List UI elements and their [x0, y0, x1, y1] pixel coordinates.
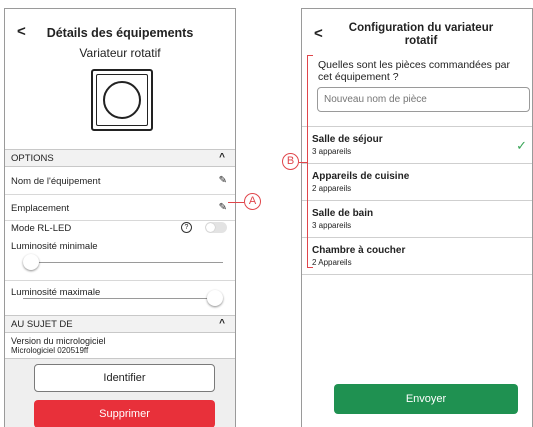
rl-led-toggle[interactable] — [205, 222, 227, 233]
device-subtitle: Variateur rotatif — [79, 46, 161, 60]
options-section-header[interactable]: OPTIONS ^ — [5, 149, 235, 167]
page-title: Configuration du variateur rotatif — [302, 22, 532, 48]
title-line-2: rotatif — [404, 35, 438, 47]
pencil-icon[interactable]: ✎ — [219, 202, 227, 213]
room-name: Chambre à coucher — [312, 245, 406, 256]
rooms-question: Quelles sont les pièces commandées par c… — [318, 59, 511, 83]
help-icon[interactable]: ? — [181, 222, 192, 233]
dimmer-plate — [96, 74, 148, 126]
new-room-name-input[interactable] — [317, 87, 530, 112]
rl-led-mode-row: Mode RL-LED ? — [5, 221, 235, 238]
callout-b-leader — [299, 162, 307, 163]
room-count: 3 appareils — [312, 147, 352, 156]
room-name: Salle de bain — [312, 208, 374, 219]
firmware-value: Micrologiciel 020519ff — [11, 346, 89, 355]
rl-led-mode-label: Mode RL-LED — [11, 223, 72, 234]
slider-track — [23, 298, 223, 299]
callout-a-leader — [228, 202, 244, 203]
header: < Détails des équipements — [5, 9, 235, 49]
room-item-appareils-de-cuisine[interactable]: Appareils de cuisine 2 appareils — [302, 164, 532, 201]
callout-b: B — [282, 153, 299, 170]
options-header-label: OPTIONS — [11, 153, 54, 164]
device-name-label: Nom de l'équipement — [11, 176, 101, 187]
room-name: Appareils de cuisine — [312, 171, 410, 182]
dimmer-knob — [103, 81, 141, 119]
firmware-label: Version du micrologiciel — [11, 336, 106, 346]
room-count: 2 Appareils — [312, 258, 352, 267]
room-count: 2 appareils — [312, 184, 352, 193]
location-row[interactable]: Emplacement ✎ — [5, 195, 235, 221]
room-item-salle-de-sejour[interactable]: Salle de séjour 3 appareils ✓ — [302, 127, 532, 164]
title-line-1: Configuration du variateur — [348, 22, 494, 34]
slider-track — [23, 262, 223, 263]
max-brightness-slider[interactable] — [23, 290, 223, 306]
rotary-dimmer-icon — [91, 69, 153, 131]
dimmer-configuration-screen: < Configuration du variateur rotatif Que… — [301, 8, 533, 427]
header: < Configuration du variateur rotatif — [302, 9, 532, 49]
about-section-header[interactable]: AU SUJET DE ^ — [5, 315, 235, 333]
device-details-screen: < Détails des équipements Variateur rota… — [4, 8, 236, 427]
room-item-salle-de-bain[interactable]: Salle de bain 3 appareils — [302, 201, 532, 238]
identify-button[interactable]: Identifier — [34, 364, 215, 392]
min-brightness-label: Luminosité minimale — [11, 241, 98, 252]
delete-button[interactable]: Supprimer — [34, 400, 215, 427]
device-name-row[interactable]: Nom de l'équipement ✎ — [5, 167, 235, 195]
room-count: 3 appareils — [312, 221, 352, 230]
send-button[interactable]: Envoyer — [334, 384, 518, 414]
chevron-up-icon: ^ — [219, 152, 225, 163]
rooms-list: Salle de séjour 3 appareils ✓ Appareils … — [302, 126, 532, 275]
chevron-up-icon: ^ — [219, 318, 225, 329]
room-item-chambre-a-coucher[interactable]: Chambre à coucher 2 Appareils — [302, 238, 532, 275]
location-label: Emplacement — [11, 203, 70, 214]
checkmark-icon: ✓ — [516, 138, 527, 153]
min-brightness-slider[interactable] — [23, 254, 223, 270]
callout-a: A — [244, 193, 261, 210]
slider-thumb[interactable] — [23, 254, 39, 270]
about-header-label: AU SUJET DE — [11, 319, 73, 330]
pencil-icon[interactable]: ✎ — [219, 175, 227, 186]
page-title: Détails des équipements — [46, 26, 194, 40]
callout-b-bracket — [307, 55, 313, 268]
slider-thumb[interactable] — [207, 290, 223, 306]
room-name: Salle de séjour — [312, 134, 383, 145]
